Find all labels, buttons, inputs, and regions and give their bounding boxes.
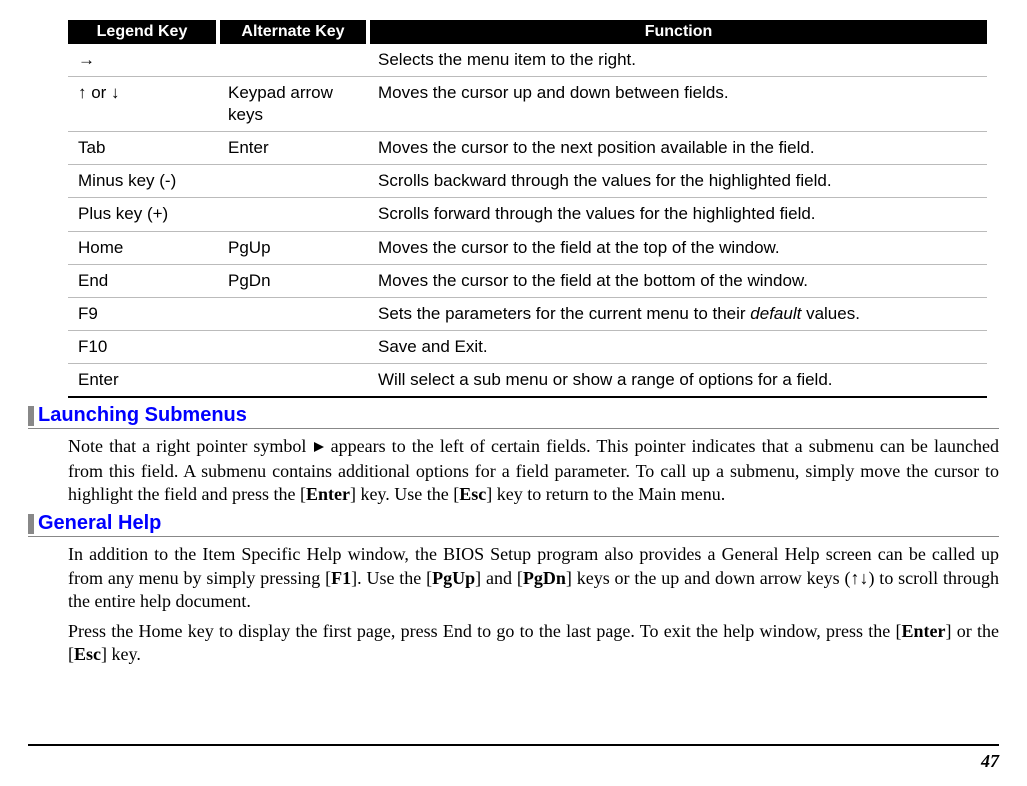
text-bold: PgDn (523, 568, 566, 588)
header-alternate: Alternate Key (218, 20, 368, 44)
cell-function: Save and Exit. (368, 330, 987, 363)
cell-function: Moves the cursor to the field at the top… (368, 231, 987, 264)
cell-legend: F10 (68, 330, 218, 363)
cell-alternate (218, 44, 368, 77)
header-legend: Legend Key (68, 20, 218, 44)
footer-rule (28, 744, 999, 746)
heading-bar-icon (28, 514, 34, 534)
legend-key-table: Legend Key Alternate Key Function → Selec… (68, 20, 987, 398)
cell-function: Sets the parameters for the current menu… (368, 297, 987, 330)
table-header-row: Legend Key Alternate Key Function (68, 20, 987, 44)
cell-alternate: PgUp (218, 231, 368, 264)
text-fragment: ] key. Use the [ (350, 484, 459, 504)
cell-function: Scrolls backward through the values for … (368, 165, 987, 198)
cell-legend: Plus key (+) (68, 198, 218, 231)
heading-title-submenus: Launching Submenus (38, 404, 247, 428)
cell-function: Moves the cursor to the next position av… (368, 132, 987, 165)
text-fragment: ]. Use the [ (351, 568, 432, 588)
table-row: Minus key (-) Scrolls backward through th… (68, 165, 987, 198)
cell-alternate: Enter (218, 132, 368, 165)
header-function: Function (368, 20, 987, 44)
submenus-paragraph: Note that a right pointer symbol appears… (68, 435, 999, 506)
cell-legend: Minus key (-) (68, 165, 218, 198)
text-bold: PgUp (432, 568, 475, 588)
table-row: → Selects the menu item to the right. (68, 44, 987, 77)
cell-legend: F9 (68, 297, 218, 330)
cell-alternate (218, 363, 368, 397)
table-row: TabEnterMoves the cursor to the next pos… (68, 132, 987, 165)
text-bold: Enter (306, 484, 350, 504)
heading-bar-icon (28, 406, 34, 426)
table-row: F10 Save and Exit. (68, 330, 987, 363)
heading-title-help: General Help (38, 512, 161, 536)
help-paragraph-2: Press the Home key to display the first … (68, 620, 999, 667)
text-bold: Esc (459, 484, 486, 504)
section-heading-submenus: Launching Submenus (28, 404, 999, 429)
cell-function: Moves the cursor up and down between fie… (368, 77, 987, 132)
table-row: F9 Sets the parameters for the current me… (68, 297, 987, 330)
cell-function: Moves the cursor to the field at the bot… (368, 264, 987, 297)
table-row: Plus key (+) Scrolls forward through the … (68, 198, 987, 231)
text-fragment: ] and [ (475, 568, 523, 588)
text-fragment: Note that a right pointer symbol (68, 436, 313, 456)
right-pointer-icon (313, 436, 325, 459)
cell-legend: Home (68, 231, 218, 264)
text-fragment: Press the Home key to display the first … (68, 621, 902, 641)
cell-legend: ↑ or ↓ (68, 77, 218, 132)
cell-legend: Enter (68, 363, 218, 397)
page-number: 47 (981, 751, 999, 772)
table-row: EndPgDnMoves the cursor to the field at … (68, 264, 987, 297)
cell-legend: Tab (68, 132, 218, 165)
help-paragraph-1: In addition to the Item Specific Help wi… (68, 543, 999, 613)
cell-legend: End (68, 264, 218, 297)
cell-function: Selects the menu item to the right. (368, 44, 987, 77)
text-fragment: ] key to return to the Main menu. (486, 484, 725, 504)
cell-alternate (218, 165, 368, 198)
section-heading-help: General Help (28, 512, 999, 537)
cell-alternate (218, 198, 368, 231)
cell-alternate (218, 330, 368, 363)
cell-alternate: PgDn (218, 264, 368, 297)
cell-legend: → (68, 44, 218, 77)
cell-function: Will select a sub menu or show a range o… (368, 363, 987, 397)
table-row: Enter Will select a sub menu or show a ra… (68, 363, 987, 397)
table-row: ↑ or ↓Keypad arrow keysMoves the cursor … (68, 77, 987, 132)
cell-alternate: Keypad arrow keys (218, 77, 368, 132)
text-fragment: ] key. (101, 644, 141, 664)
table-row: HomePgUpMoves the cursor to the field at… (68, 231, 987, 264)
text-bold: F1 (331, 568, 351, 588)
cell-function: Scrolls forward through the values for t… (368, 198, 987, 231)
text-bold: Enter (902, 621, 946, 641)
text-bold: Esc (74, 644, 101, 664)
cell-alternate (218, 297, 368, 330)
